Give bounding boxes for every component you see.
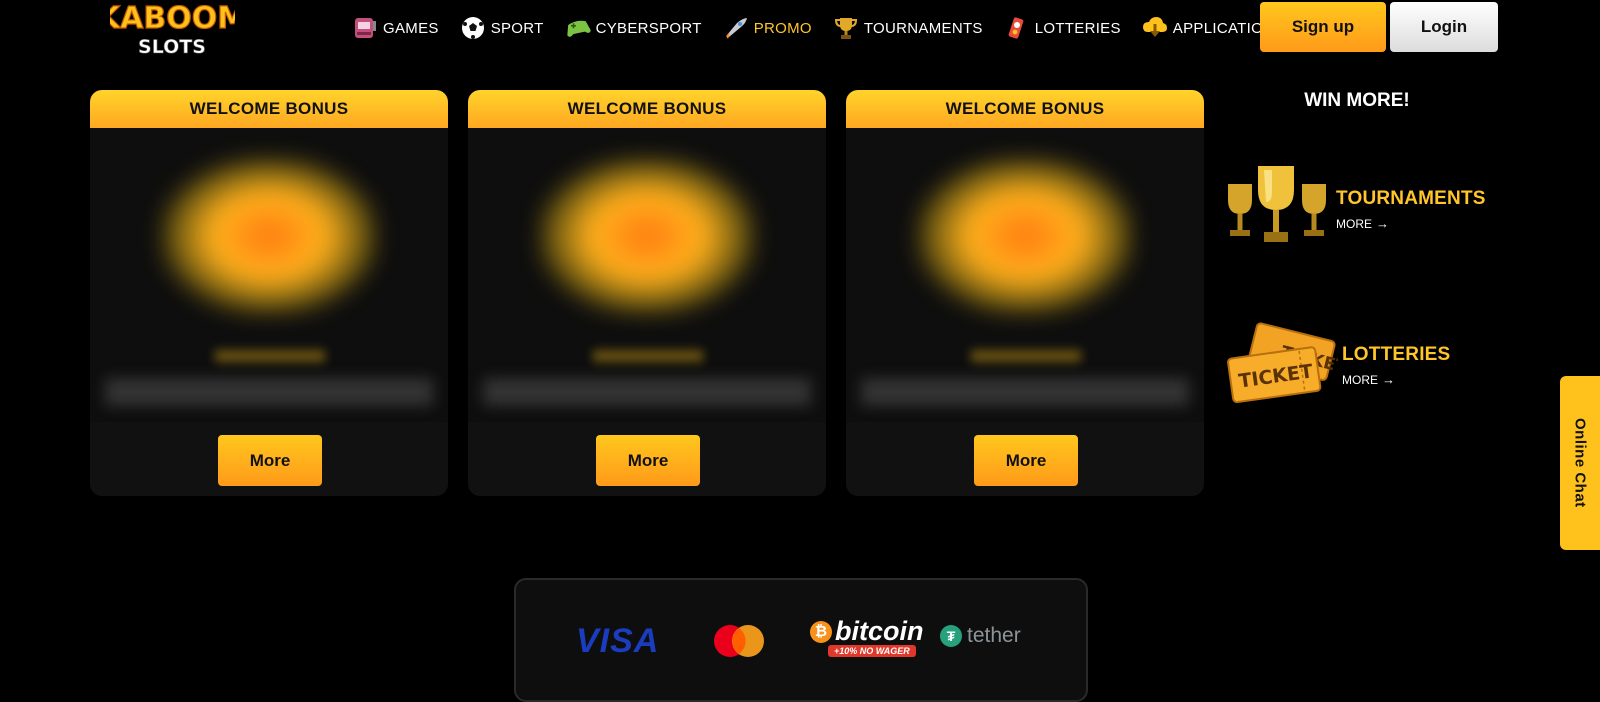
gamepad-icon: [565, 15, 591, 41]
nav-cybersport[interactable]: CYBERSPORT: [565, 15, 702, 41]
arrow-right-icon: →: [1376, 216, 1389, 231]
rocket-icon: [723, 15, 749, 41]
payment-methods-panel: VISA ₿ bitcoin +10% NO WAGER ₮ tether: [514, 578, 1088, 702]
blurred-promo-art: [537, 156, 757, 316]
nav-cybersport-label: CYBERSPORT: [595, 19, 702, 37]
arrow-right-icon: →: [1382, 372, 1395, 387]
nav-sport-label: SPORT: [490, 19, 544, 37]
promo-more-button[interactable]: More: [974, 435, 1078, 486]
win-more-title: WIN MORE!: [1304, 90, 1410, 111]
login-button[interactable]: Login: [1390, 2, 1498, 52]
logo-text-main: KABOOM: [110, 1, 235, 36]
promo-card: WELCOME BONUS More: [846, 90, 1204, 496]
slot-machine-icon: [352, 15, 378, 41]
blurred-promo-description: [483, 378, 811, 406]
nav-games[interactable]: GAMES: [352, 15, 439, 41]
nav-games-label: GAMES: [383, 19, 439, 37]
tournaments-more-link[interactable]: MORE →: [1336, 216, 1486, 231]
blurred-promo-description: [861, 378, 1189, 406]
tether-logo-text: tether: [967, 624, 1021, 647]
online-chat-tab[interactable]: Online Chat: [1560, 376, 1600, 550]
promo-card-image: [846, 128, 1204, 422]
signup-button[interactable]: Sign up: [1260, 2, 1386, 52]
main-nav: GAMES SPORT CYBERSPORT PROMO TOURNAMENTS…: [352, 0, 1295, 56]
promo-card: WELCOME BONUS More: [468, 90, 826, 496]
online-chat-label: Online Chat: [1571, 418, 1589, 508]
blurred-promo-amount: [593, 350, 703, 362]
nav-lotteries-label: LOTTERIES: [1034, 19, 1121, 37]
logo-text-sub: SLOTS: [138, 36, 206, 58]
blurred-promo-art: [159, 156, 379, 316]
tickets-icon: TICKET TICKET: [1224, 318, 1349, 413]
nav-lotteries[interactable]: LOTTERIES: [1004, 15, 1121, 41]
nav-application[interactable]: APPLICATION: [1142, 15, 1274, 41]
lotteries-link-title: LOTTERIES: [1342, 344, 1451, 365]
blurred-promo-art: [915, 156, 1135, 316]
site-logo[interactable]: KABOOM SLOTS: [110, 0, 235, 60]
bitcoin-logo-text: bitcoin: [835, 616, 924, 646]
promo-more-button[interactable]: More: [596, 435, 700, 486]
tournaments-link[interactable]: TOURNAMENTS MORE →: [1222, 162, 1486, 257]
lottery-icon: [1004, 15, 1030, 41]
lotteries-more-link[interactable]: MORE →: [1342, 372, 1450, 387]
bitcoin-logo: ₿ bitcoin +10% NO WAGER: [810, 616, 924, 657]
promo-card-title: WELCOME BONUS: [846, 90, 1204, 128]
tournaments-link-title: TOURNAMENTS: [1336, 188, 1486, 209]
nav-promo[interactable]: PROMO: [723, 15, 812, 41]
nav-sport[interactable]: SPORT: [460, 15, 544, 41]
promo-card-title: WELCOME BONUS: [468, 90, 826, 128]
bitcoin-icon: ₿: [810, 620, 832, 643]
blurred-promo-amount: [971, 350, 1081, 362]
promo-card-title: WELCOME BONUS: [90, 90, 448, 128]
promo-card: WELCOME BONUS More: [90, 90, 448, 496]
lotteries-link[interactable]: TICKET TICKET LOTTERIES MORE →: [1224, 318, 1450, 413]
lotteries-more-label: MORE: [1342, 372, 1378, 387]
visa-logo-text: VISA: [576, 622, 660, 660]
promo-card-image: [90, 128, 448, 422]
mastercard-logo: [713, 624, 765, 658]
promo-more-button[interactable]: More: [218, 435, 322, 486]
nav-tournaments-label: TOURNAMENTS: [863, 19, 983, 37]
trophies-icon: [1222, 162, 1332, 257]
tether-icon: ₮: [940, 625, 962, 647]
tether-logo: ₮ tether: [940, 624, 1021, 648]
bitcoin-bonus-badge: +10% NO WAGER: [828, 645, 916, 657]
nav-promo-label: PROMO: [753, 19, 812, 37]
blurred-promo-description: [105, 378, 433, 406]
soccer-ball-icon: [460, 15, 486, 41]
blurred-promo-amount: [215, 350, 325, 362]
promo-card-image: [468, 128, 826, 422]
nav-tournaments[interactable]: TOURNAMENTS: [833, 15, 983, 41]
nav-application-label: APPLICATION: [1172, 19, 1275, 37]
trophy-icon: [833, 15, 859, 41]
visa-logo: VISA: [576, 622, 659, 661]
download-cloud-icon: [1142, 15, 1168, 41]
tournaments-more-label: MORE: [1336, 216, 1372, 231]
